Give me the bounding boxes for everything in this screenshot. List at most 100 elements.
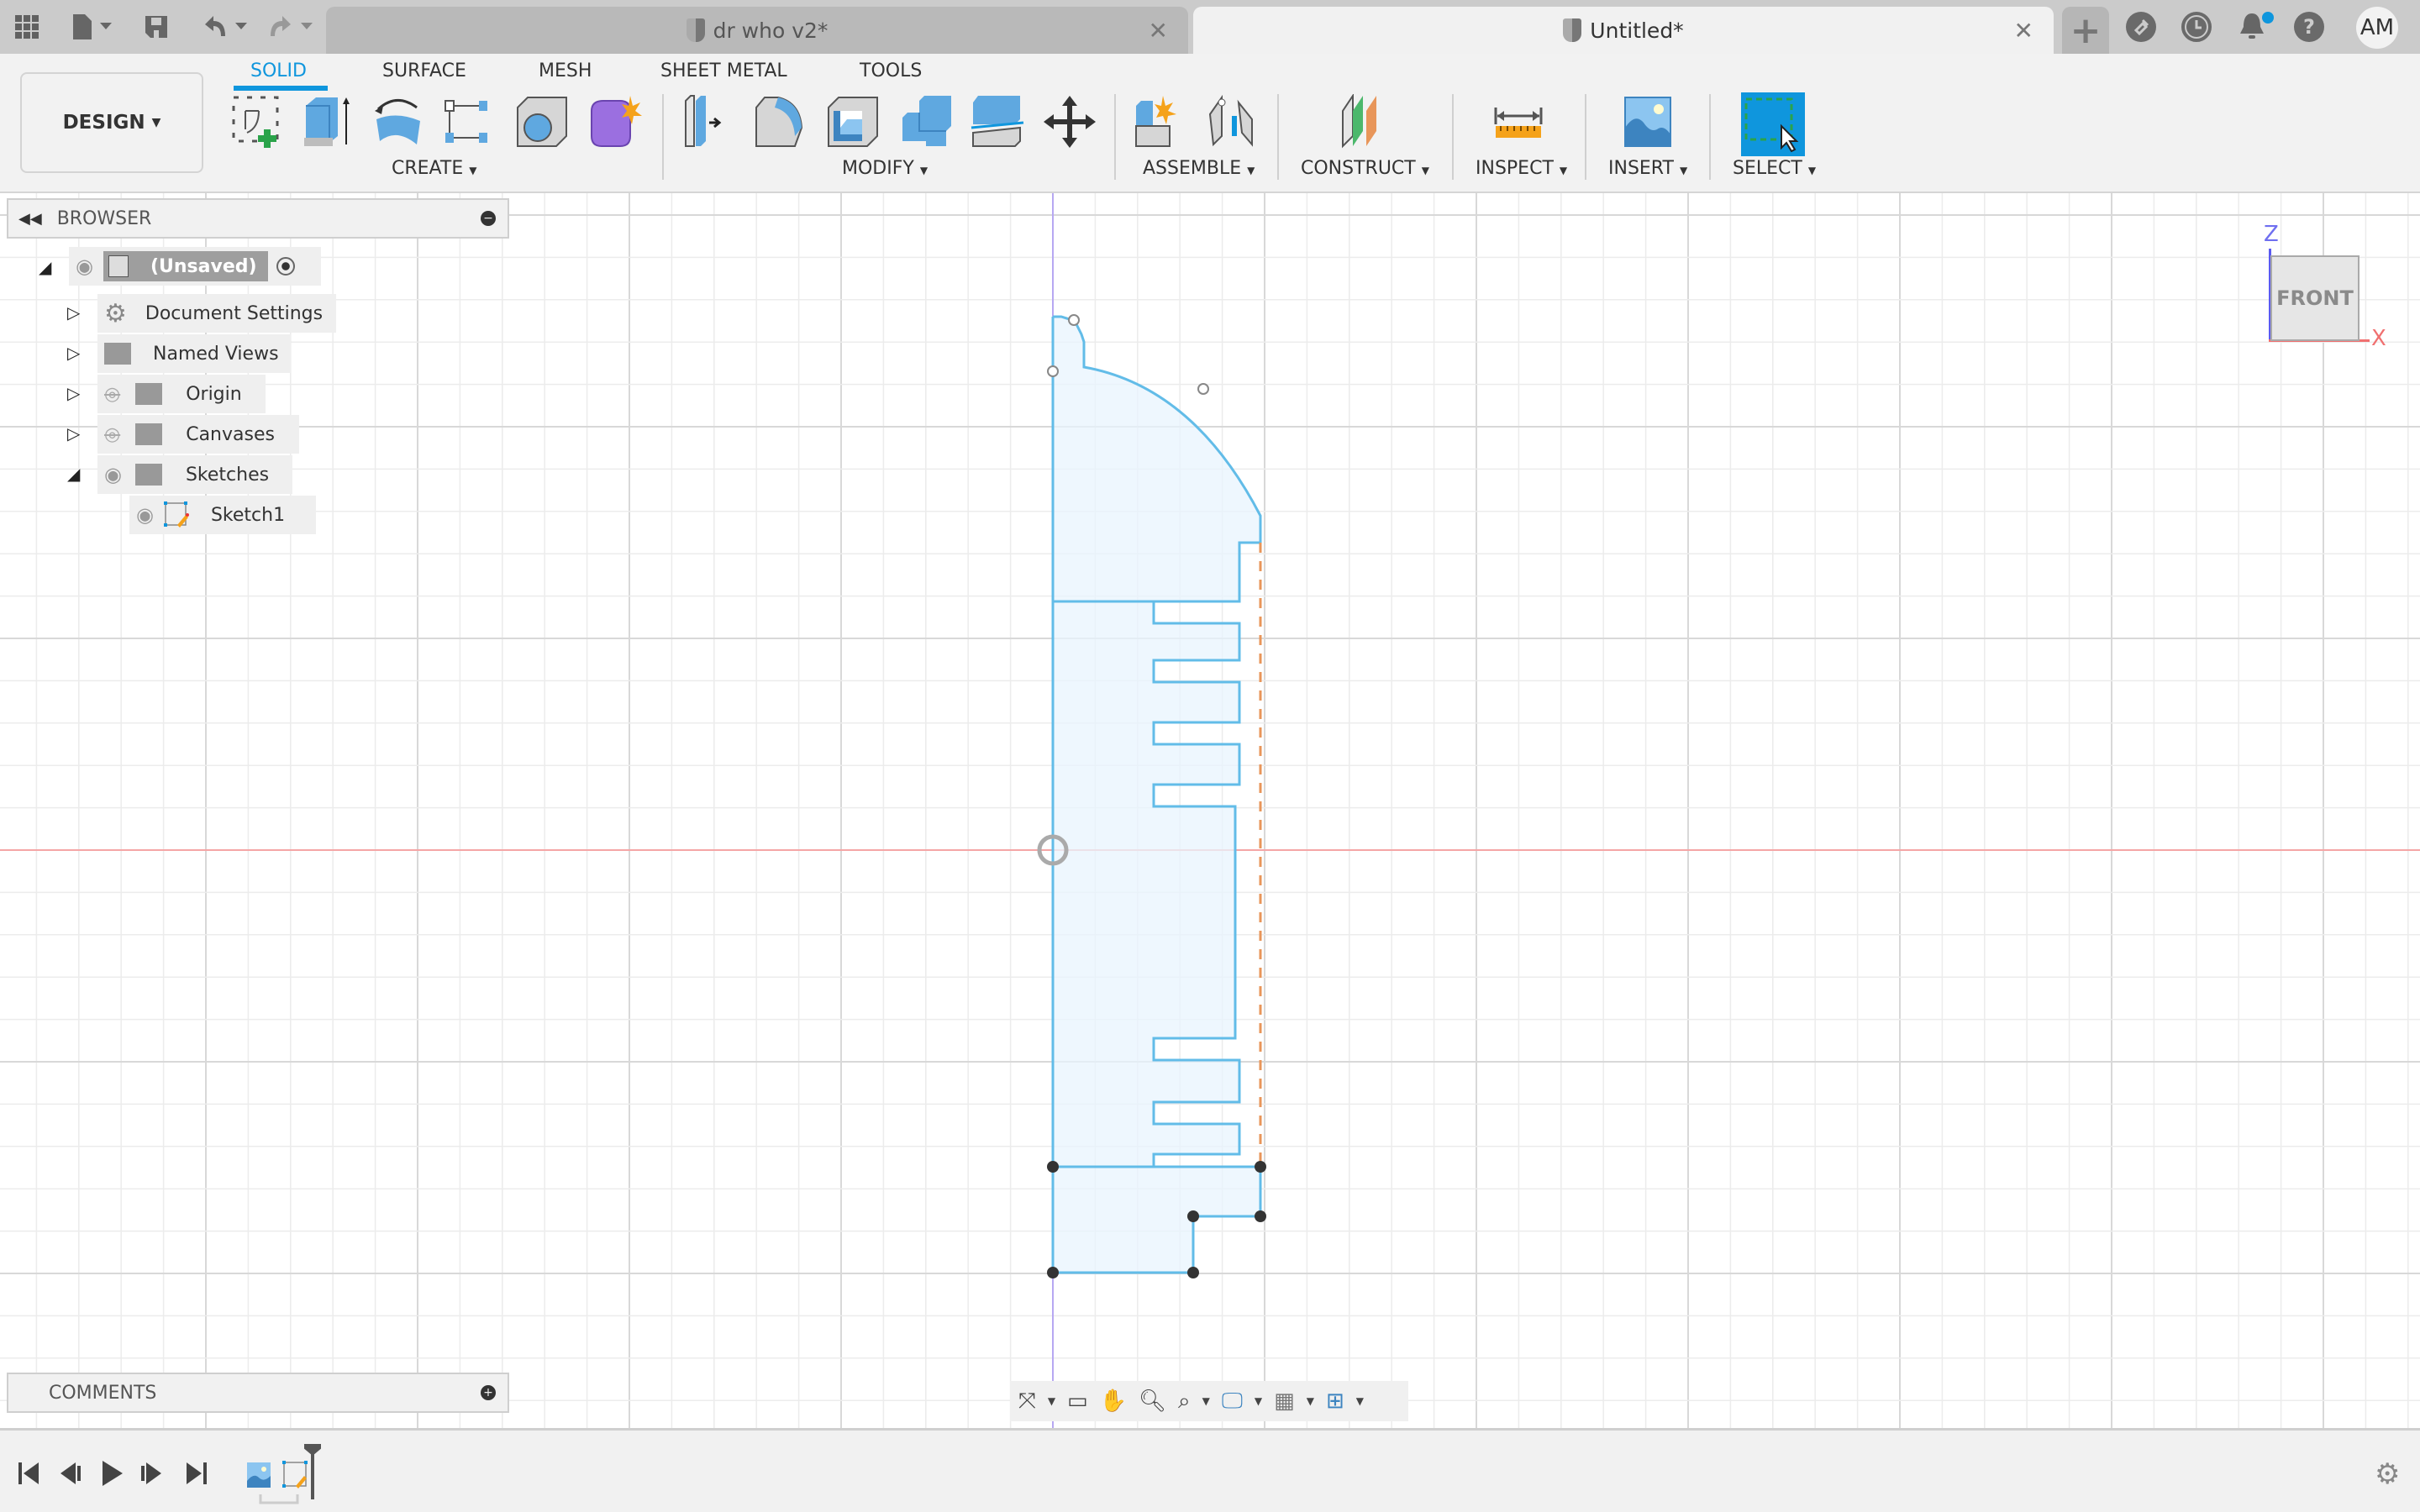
- play-icon[interactable]: [103, 1461, 123, 1486]
- arc-center-point[interactable]: [1197, 383, 1209, 395]
- activate-radio[interactable]: [276, 257, 295, 276]
- tab-untitled[interactable]: Untitled* ✕: [1193, 7, 2054, 54]
- visibility-eye-icon[interactable]: ◉: [136, 503, 154, 527]
- close-icon[interactable]: ✕: [2014, 17, 2033, 45]
- help-icon[interactable]: ?: [2294, 12, 2324, 42]
- tab-mesh[interactable]: MESH: [539, 60, 592, 81]
- tab-dr-who[interactable]: dr who v2* ✕: [326, 7, 1188, 54]
- tab-sheet-metal[interactable]: SHEET METAL: [660, 60, 787, 81]
- create-sketch-icon[interactable]: [230, 94, 286, 150]
- step-forward-icon[interactable]: [141, 1462, 161, 1484]
- sketch-point[interactable]: [1047, 365, 1059, 377]
- select-menu[interactable]: SELECT ▼: [1733, 158, 1816, 179]
- measure-icon[interactable]: [1491, 94, 1546, 150]
- minimize-panel-icon[interactable]: −: [481, 211, 496, 226]
- expand-triangle-icon[interactable]: ▷: [67, 423, 80, 444]
- visibility-eye-icon[interactable]: ◉: [104, 463, 122, 486]
- go-to-start-icon[interactable]: [18, 1462, 39, 1484]
- job-status-icon[interactable]: [2181, 12, 2212, 42]
- browser-item-origin[interactable]: ◎ Origin: [97, 375, 266, 413]
- visibility-eye-icon[interactable]: ◉: [76, 255, 93, 278]
- pan-icon[interactable]: ✋: [1100, 1389, 1127, 1414]
- create-menu[interactable]: CREATE ▼: [392, 158, 476, 179]
- undo-icon[interactable]: [200, 12, 250, 42]
- sketch-profile[interactable]: [0, 193, 2420, 1428]
- save-icon[interactable]: [141, 12, 171, 42]
- browser-item-canvases[interactable]: ◎ Canvases: [97, 415, 299, 454]
- extensions-icon[interactable]: [2126, 12, 2156, 42]
- expand-triangle-icon[interactable]: ▷: [67, 343, 80, 363]
- browser-root[interactable]: ◉ (Unsaved): [69, 247, 321, 286]
- create-form-icon[interactable]: [587, 94, 642, 150]
- hole-icon[interactable]: [514, 94, 570, 150]
- tab-tools[interactable]: TOOLS: [860, 60, 922, 81]
- browser-item-sketch1[interactable]: ◉ Sketch1: [129, 496, 316, 534]
- move-copy-icon[interactable]: [1042, 94, 1097, 150]
- item-label: Sketches: [185, 464, 270, 486]
- tab-solid[interactable]: SOLID: [250, 60, 307, 81]
- extrude-icon[interactable]: [301, 94, 356, 150]
- revolve-icon[interactable]: [371, 94, 427, 150]
- expand-triangle-icon[interactable]: ▷: [67, 383, 80, 403]
- browser-item-document-settings[interactable]: ⚙ Document Settings: [97, 294, 336, 333]
- zoom-icon[interactable]: 🔍︎: [1139, 1389, 1166, 1414]
- shell-icon[interactable]: [825, 94, 881, 150]
- new-component-icon[interactable]: [1133, 94, 1188, 150]
- close-icon[interactable]: ✕: [1149, 17, 1168, 45]
- viewports-icon[interactable]: ⊞: [1326, 1389, 1344, 1414]
- modify-menu[interactable]: MODIFY ▼: [842, 158, 928, 179]
- pattern-icon[interactable]: [442, 94, 497, 150]
- timeline-canvas-feature[interactable]: [247, 1462, 271, 1488]
- grid-settings-icon[interactable]: ▦: [1274, 1389, 1295, 1414]
- insert-menu[interactable]: INSERT ▼: [1608, 158, 1687, 179]
- viewcube-front-face[interactable]: FRONT: [2270, 255, 2360, 341]
- collapse-panel-icon[interactable]: ◀◀: [18, 210, 42, 228]
- root-component-label[interactable]: (Unsaved): [103, 251, 268, 281]
- combine-icon[interactable]: [897, 94, 953, 150]
- step-back-icon[interactable]: [60, 1462, 81, 1484]
- fit-icon[interactable]: ⌕: [1178, 1389, 1191, 1415]
- insert-canvas-icon[interactable]: [1620, 94, 1676, 150]
- chevron-down-icon: ▼: [1247, 165, 1255, 176]
- user-avatar[interactable]: AM: [2356, 7, 2398, 49]
- hidden-eye-icon[interactable]: ◎: [104, 384, 120, 405]
- select-icon[interactable]: [1741, 92, 1805, 156]
- press-pull-icon[interactable]: [681, 94, 736, 150]
- chevron-down-icon: ▼: [1559, 165, 1568, 176]
- expand-panel-icon[interactable]: +: [481, 1385, 496, 1400]
- expand-triangle-icon[interactable]: ▷: [67, 302, 80, 323]
- construct-menu[interactable]: CONSTRUCT ▼: [1301, 158, 1429, 179]
- chevron-down-icon[interactable]: ▼: [1202, 1395, 1210, 1407]
- collapse-triangle-icon[interactable]: ◢: [67, 464, 80, 484]
- chevron-down-icon[interactable]: ▼: [1255, 1395, 1262, 1407]
- timeline-settings-gear-icon[interactable]: ⚙: [2375, 1457, 2400, 1491]
- file-menu-button[interactable]: [67, 12, 118, 42]
- workspace-switcher[interactable]: DESIGN ▼: [20, 72, 203, 173]
- chevron-down-icon[interactable]: ▼: [1356, 1395, 1364, 1407]
- browser-item-sketches[interactable]: ◉ Sketches: [97, 455, 292, 494]
- apps-grid-icon[interactable]: [12, 12, 42, 42]
- tab-surface[interactable]: SURFACE: [382, 60, 466, 81]
- canvas-viewport[interactable]: ◀◀ BROWSER − ◢ ◉ (Unsaved) ▷ ⚙ Document …: [0, 193, 2420, 1428]
- timeline-sketch-feature[interactable]: [282, 1461, 308, 1488]
- offset-plane-icon[interactable]: [1338, 94, 1393, 150]
- chevron-down-icon[interactable]: ▼: [1307, 1395, 1314, 1407]
- browser-item-named-views[interactable]: Named Views: [97, 334, 291, 373]
- sketch-point[interactable]: [1068, 314, 1080, 326]
- split-body-icon[interactable]: [970, 94, 1025, 150]
- hidden-eye-icon[interactable]: ◎: [104, 424, 120, 445]
- collapse-triangle-icon[interactable]: ◢: [39, 257, 51, 277]
- assemble-menu[interactable]: ASSEMBLE ▼: [1143, 158, 1255, 179]
- new-tab-button[interactable]: +: [2062, 7, 2109, 54]
- look-at-icon[interactable]: ▭: [1067, 1389, 1088, 1414]
- orbit-icon[interactable]: ⤧: [1018, 1389, 1036, 1415]
- go-to-end-icon[interactable]: [187, 1462, 207, 1484]
- joint-icon[interactable]: [1205, 94, 1260, 150]
- inspect-menu[interactable]: INSPECT ▼: [1476, 158, 1567, 179]
- viewcube[interactable]: Z X FRONT: [2264, 222, 2386, 351]
- chevron-down-icon[interactable]: ▼: [1048, 1395, 1055, 1407]
- create-label: CREATE: [392, 158, 464, 179]
- fillet-icon[interactable]: [753, 94, 808, 150]
- redo-icon[interactable]: [266, 12, 316, 42]
- display-settings-icon[interactable]: 🖵: [1222, 1389, 1243, 1415]
